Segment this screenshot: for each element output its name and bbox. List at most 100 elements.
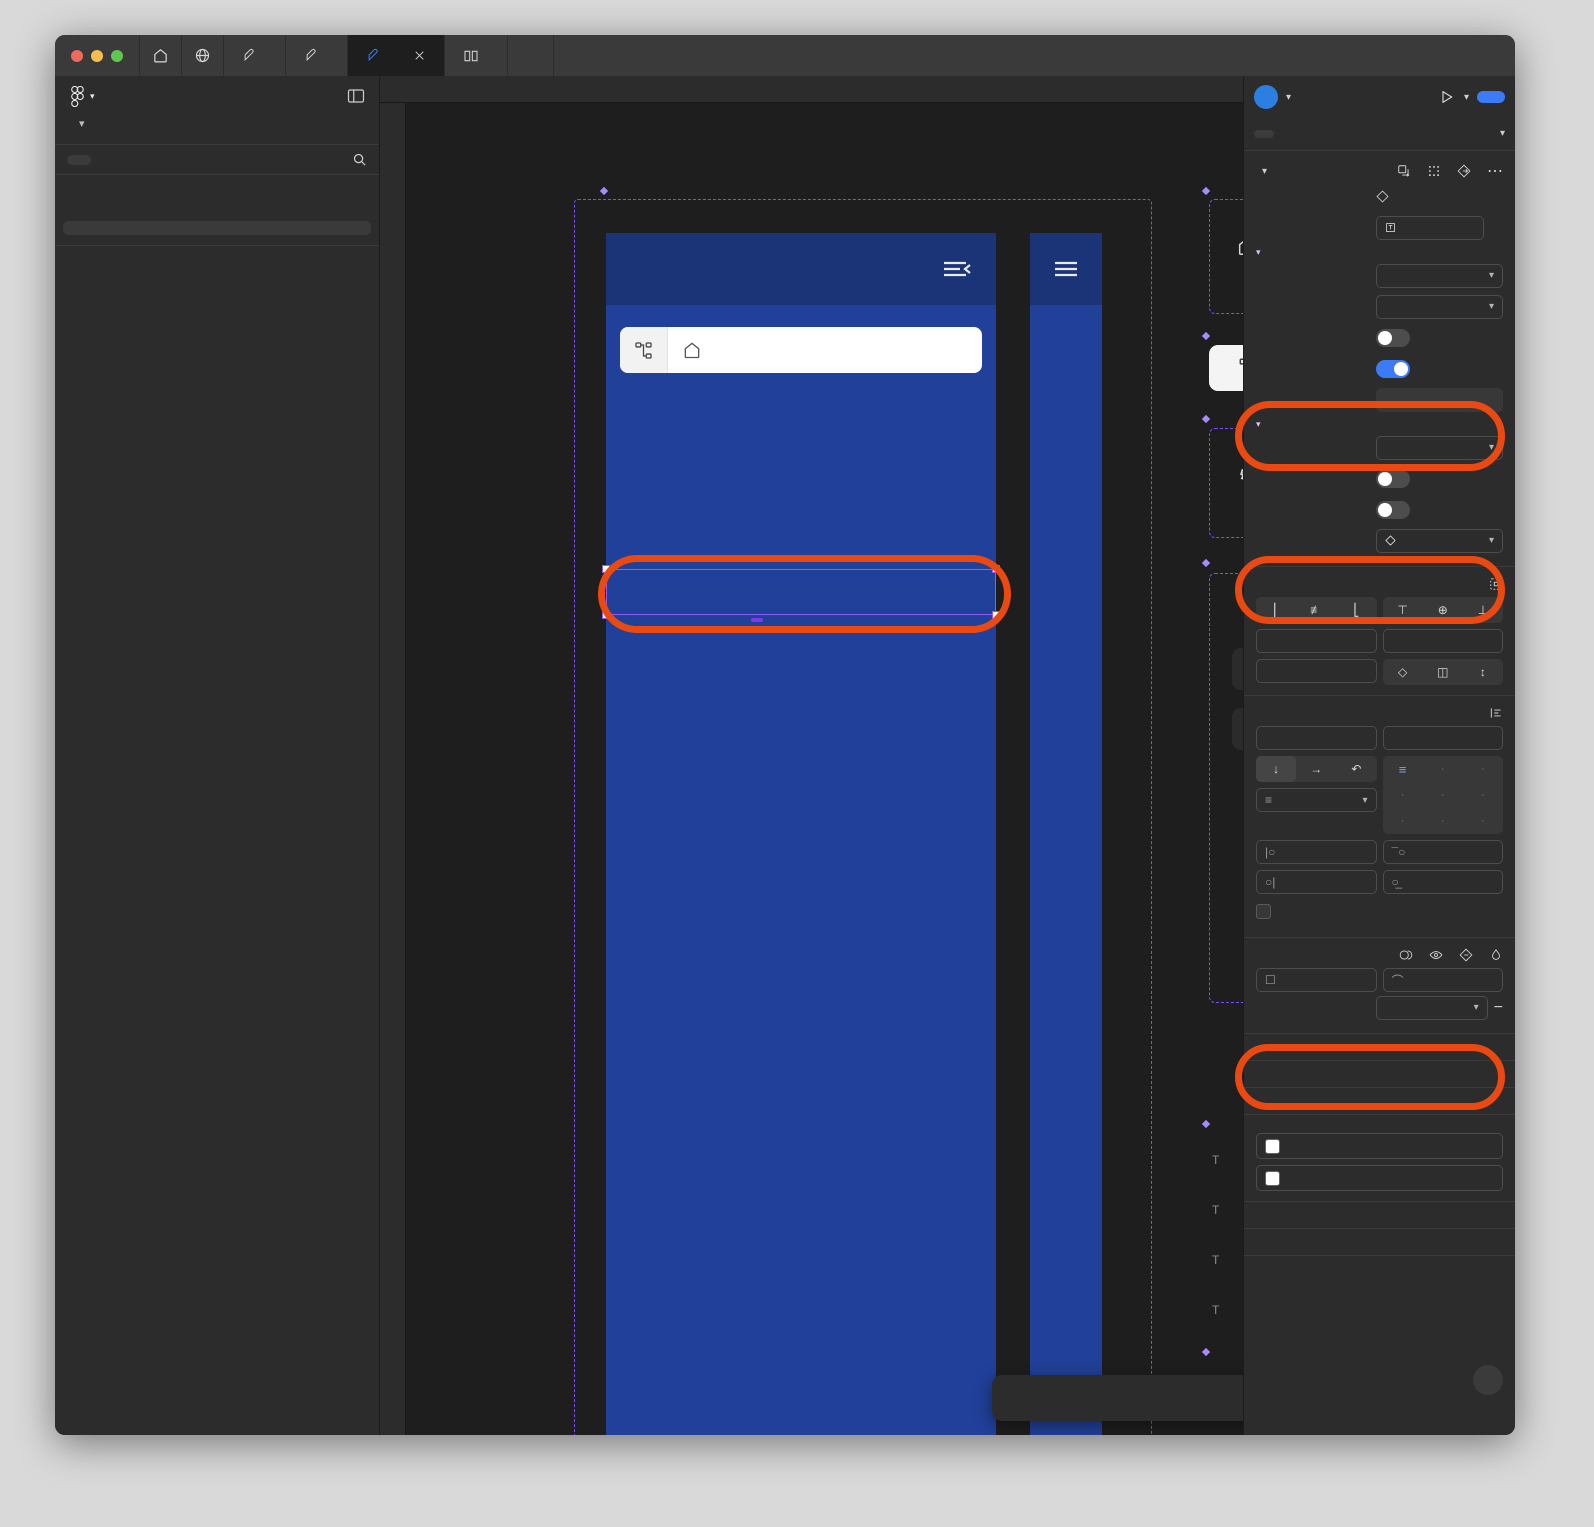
padding-right-input[interactable]: ○| <box>1256 870 1377 894</box>
globe-icon[interactable] <box>181 35 223 76</box>
mini-rail-button-5[interactable] <box>1232 888 1243 930</box>
hamburger-icon[interactable] <box>1053 259 1079 279</box>
align-top-left[interactable]: ≡ <box>1383 756 1423 782</box>
padding-horizontal-input[interactable]: |○ <box>1256 840 1377 864</box>
blend-mode-icon[interactable] <box>1399 948 1413 962</box>
clip-content-row[interactable] <box>1256 896 1503 927</box>
layout-direction-group[interactable]: ↓ → ↶ <box>1256 756 1377 782</box>
align-mid-left[interactable]: · <box>1383 782 1423 808</box>
direction-horizontal-icon[interactable]: → <box>1296 756 1336 782</box>
present-icon[interactable] <box>1438 89 1456 105</box>
frame-label-1[interactable] <box>1201 186 1216 196</box>
prop-state-select[interactable]: ▾ <box>1376 294 1503 319</box>
autolayout-options-icon[interactable] <box>1489 706 1503 720</box>
avatar[interactable] <box>1254 85 1278 109</box>
icon-size-select[interactable]: ▾ <box>1376 435 1503 460</box>
icon-active-toggle[interactable] <box>1376 469 1410 488</box>
collapse-menu-icon[interactable] <box>942 257 972 281</box>
more-options-icon[interactable] <box>1463 35 1515 76</box>
gap-input[interactable]: ≡ ▾ <box>1256 788 1377 812</box>
icon-group-title[interactable]: ▾ <box>1256 415 1503 432</box>
frame-label-nav-left[interactable] <box>599 186 614 196</box>
layers-tree[interactable] <box>55 272 379 1435</box>
prop-more-action-toggle[interactable] <box>1376 328 1410 347</box>
tab-prototype[interactable] <box>1278 130 1298 138</box>
reset-appearance-icon[interactable] <box>1459 948 1473 962</box>
page-item-components[interactable] <box>63 221 371 235</box>
minimize-window-button[interactable] <box>91 49 103 62</box>
icon-fill-toggle[interactable] <box>1376 500 1410 519</box>
align-bot-right[interactable]: · <box>1463 808 1503 834</box>
selection-handle-br[interactable] <box>992 611 1000 619</box>
nav-mockup[interactable] <box>606 233 996 1435</box>
new-tab-button[interactable] <box>507 35 553 76</box>
canvas-toolbar[interactable] <box>992 1375 1243 1421</box>
align-vertical-group[interactable]: ⊤ ⊕ ⊥ <box>1382 597 1503 623</box>
opacity-input[interactable]: ☐ <box>1256 968 1377 992</box>
frame-label-4[interactable] <box>1201 558 1216 568</box>
sitemap-icon[interactable] <box>620 327 668 373</box>
transform-group[interactable]: ◇ ◫ ↕ <box>1382 659 1503 685</box>
frame-label-5[interactable] <box>1201 1119 1216 1129</box>
more-options-icon[interactable]: ⋯ <box>1487 161 1503 181</box>
selection-color-2[interactable] <box>1256 1165 1503 1191</box>
mode-field[interactable] <box>1376 215 1484 240</box>
selection-handle-bl[interactable] <box>602 611 610 619</box>
home-icon[interactable] <box>139 35 181 76</box>
padding-vertical-input[interactable]: ¯○ <box>1382 840 1503 864</box>
close-icon[interactable] <box>413 49 426 62</box>
align-top-right[interactable]: · <box>1463 756 1503 782</box>
chevron-down-icon[interactable]: ▾ <box>79 117 85 130</box>
y-input[interactable] <box>1382 629 1503 653</box>
figma-menu-button[interactable]: ▾ <box>69 85 95 107</box>
align-bot-center[interactable]: · <box>1423 808 1463 834</box>
visibility-icon[interactable] <box>1429 948 1443 962</box>
chevron-down-icon[interactable]: ▾ <box>1286 92 1291 103</box>
file-name-row[interactable]: ▾ <box>55 107 379 132</box>
nav-search-content[interactable] <box>668 340 712 360</box>
align-mid-right[interactable]: · <box>1463 782 1503 808</box>
nav-search-box[interactable] <box>620 327 982 373</box>
icon-icon-select[interactable]: ▾ <box>1376 528 1503 553</box>
frame-label-2[interactable] <box>1201 331 1216 341</box>
align-center-v-icon[interactable]: ⊕ <box>1423 597 1463 623</box>
chevron-down-icon[interactable]: ▾ <box>1464 92 1469 103</box>
color-swatch[interactable] <box>1265 1138 1280 1154</box>
detach-instance-icon[interactable] <box>1427 164 1441 178</box>
frame-label-6[interactable] <box>1201 1347 1216 1357</box>
toggle-sidebar-icon[interactable] <box>347 88 365 104</box>
canvas[interactable]: T T T T <box>380 77 1243 1435</box>
tab-nav-structure[interactable] <box>285 35 347 76</box>
x-input[interactable] <box>1256 629 1377 653</box>
selection-handle-tr[interactable] <box>992 565 1000 573</box>
corner-radius-input[interactable]: ⌒ <box>1382 968 1503 992</box>
reset-instance-icon[interactable] <box>1457 164 1471 178</box>
align-top-center[interactable]: · <box>1423 756 1463 782</box>
selection-handle-tl[interactable] <box>602 565 610 573</box>
prop-group-title[interactable]: ▾ <box>1256 243 1503 260</box>
close-window-button[interactable] <box>71 49 83 62</box>
align-center-h-icon[interactable]: ≢ <box>1296 597 1336 623</box>
flip-horizontal-icon[interactable]: ◫ <box>1423 659 1463 685</box>
page-item-iterations[interactable] <box>63 193 371 207</box>
align-bot-left[interactable]: · <box>1383 808 1423 834</box>
align-right-icon[interactable]: ⎣ <box>1336 597 1376 623</box>
prop-label-input[interactable] <box>1376 387 1503 412</box>
clip-content-checkbox[interactable] <box>1256 904 1271 919</box>
mini-rail-button-3[interactable] <box>1232 768 1243 810</box>
selection-color-1[interactable] <box>1256 1133 1503 1159</box>
tab-assets[interactable] <box>97 155 121 165</box>
rail-icon-list[interactable] <box>1030 305 1102 319</box>
help-button[interactable] <box>1473 1365 1503 1395</box>
mini-rail-button-1[interactable] <box>1232 648 1243 690</box>
remove-property-icon[interactable]: − <box>1494 999 1503 1017</box>
direction-wrap-icon[interactable]: ↶ <box>1336 756 1376 782</box>
mini-chip-sitemap[interactable] <box>1209 345 1243 391</box>
height-input[interactable] <box>1382 726 1503 750</box>
align-mid-center[interactable]: · <box>1423 782 1463 808</box>
maximize-window-button[interactable] <box>111 49 123 62</box>
expand-collapse-select[interactable]: ▾ <box>1376 995 1488 1020</box>
chevron-down-icon[interactable]: ▾ <box>1500 128 1505 139</box>
align-top-icon[interactable]: ⊤ <box>1383 597 1423 623</box>
align-bottom-icon[interactable]: ⊥ <box>1463 597 1503 623</box>
